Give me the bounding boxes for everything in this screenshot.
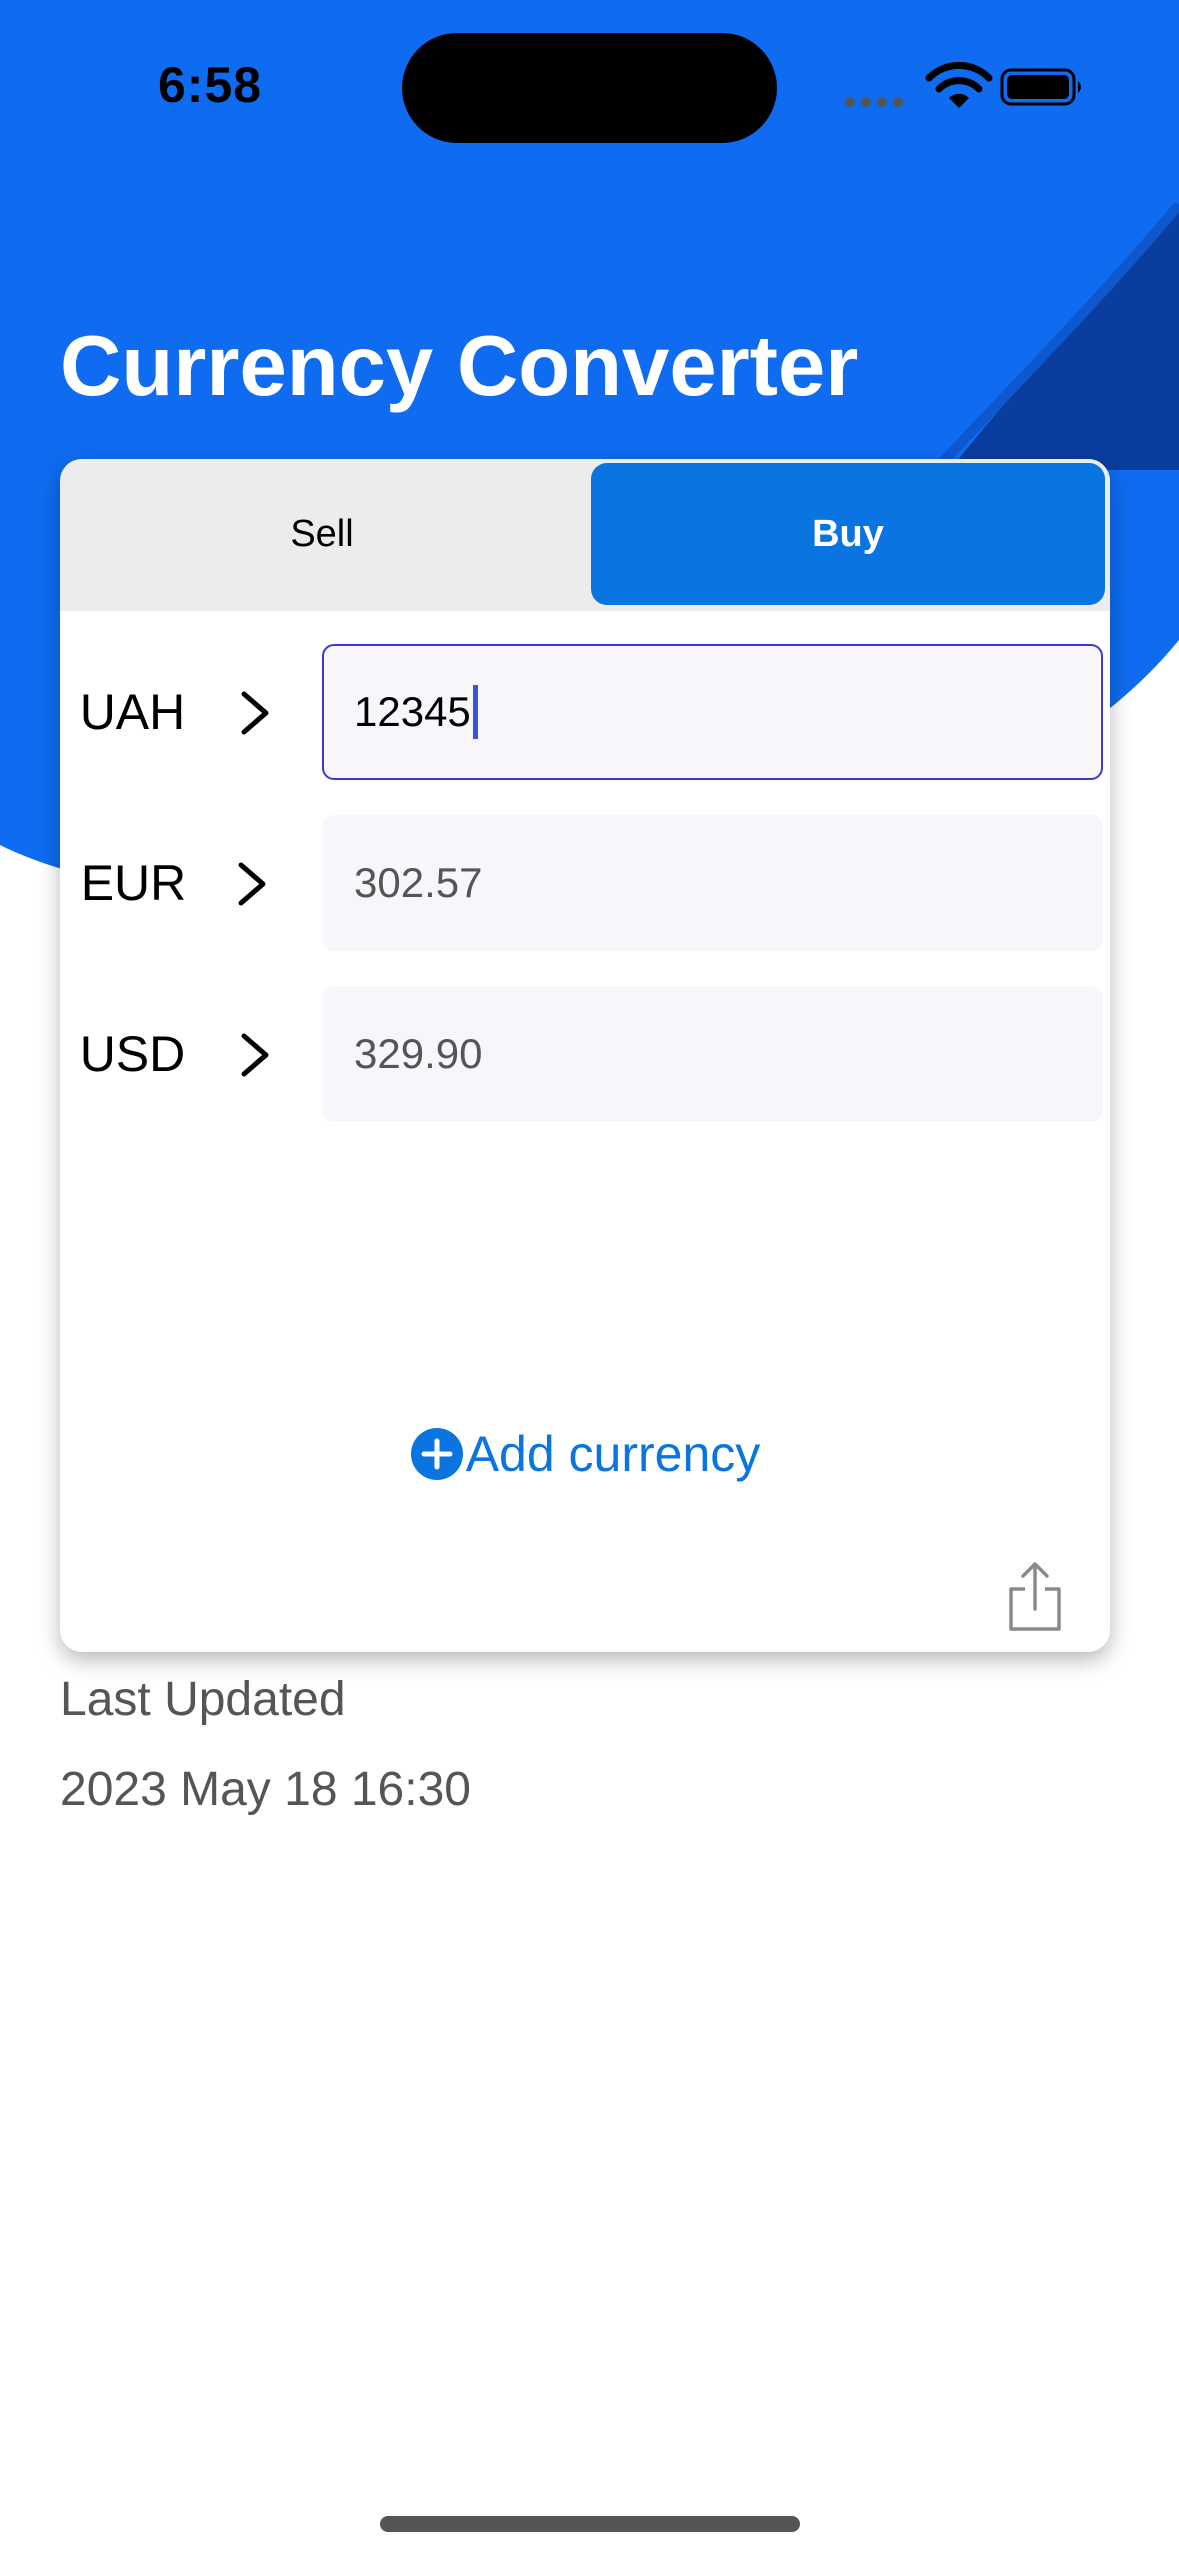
amount-value: 302.57: [354, 859, 483, 906]
battery-icon: [1000, 68, 1081, 106]
share-icon[interactable]: [1005, 1561, 1065, 1633]
currency-row: EUR 302.57: [60, 815, 1110, 951]
last-updated-label: Last Updated: [60, 1673, 346, 1726]
currency-code: EUR: [80, 855, 187, 911]
amount-field[interactable]: 302.57: [322, 815, 1103, 951]
chevron-right-icon[interactable]: [238, 690, 272, 736]
amount-field[interactable]: 329.90: [322, 986, 1103, 1122]
converter-card: Sell Buy UAH 12345 EUR 302.57 USD 329.90…: [60, 459, 1110, 1652]
page-title: Currency Converter: [60, 319, 859, 414]
currency-row: USD 329.90: [60, 986, 1110, 1122]
segment-buy[interactable]: Buy: [591, 463, 1105, 605]
currency-code: USD: [79, 1026, 186, 1082]
amount-value: 329.90: [354, 1030, 483, 1077]
plus-circle-icon: [410, 1428, 463, 1480]
amount-input[interactable]: 12345: [322, 644, 1103, 780]
chevron-right-icon[interactable]: [238, 1032, 272, 1078]
add-currency-button[interactable]: Add currency: [60, 1425, 1110, 1483]
currency-code: UAH: [79, 684, 186, 740]
dynamic-island: [402, 33, 777, 143]
currency-row: UAH 12345: [60, 644, 1110, 780]
sell-buy-segmented-control: Sell Buy: [60, 459, 1110, 611]
amount-value: 12345: [354, 688, 471, 735]
chevron-right-icon[interactable]: [235, 861, 269, 907]
wifi-icon: [925, 61, 993, 108]
text-cursor: [472, 685, 478, 739]
status-icons: [845, 61, 1081, 108]
home-indicator: [380, 2516, 800, 2532]
add-currency-label: Add currency: [465, 1426, 761, 1482]
last-updated-timestamp: 2023 May 18 16:30: [60, 1763, 471, 1816]
segment-sell[interactable]: Sell: [64, 463, 580, 605]
status-time: 6:58: [158, 57, 263, 113]
signal-dots-icon: [845, 97, 903, 107]
